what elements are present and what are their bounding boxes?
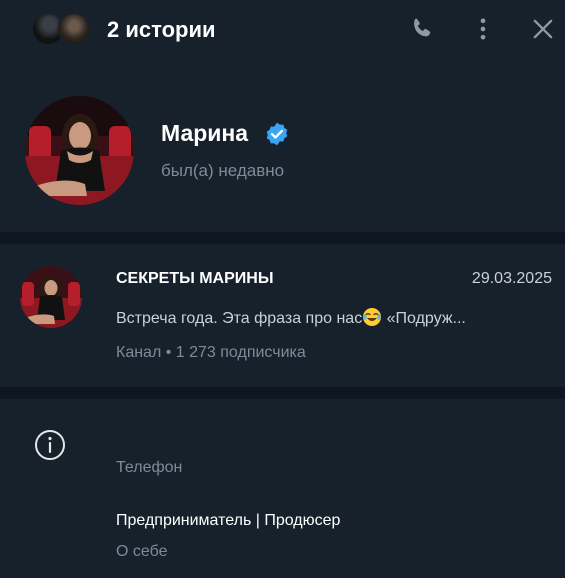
profile-avatar[interactable] bbox=[25, 96, 134, 205]
stories-title[interactable]: 2 истории bbox=[107, 17, 216, 43]
phone-label: Телефон bbox=[116, 459, 183, 476]
channel-subscribers: Канал • 1 273 подписчика bbox=[116, 344, 306, 361]
last-seen-status: был(а) недавно bbox=[161, 161, 285, 180]
bio-text[interactable]: Предприниматель | Продюсер bbox=[116, 512, 340, 530]
channel-post-date: 29.03.2025 bbox=[471, 270, 552, 287]
profile-panel: 2 истории Марина был(а) недавно СЕКРЕТЫ … bbox=[0, 0, 565, 578]
channel-post-preview: Встреча года. Эта фраза про нас «Подруж.… bbox=[116, 307, 552, 328]
profile-name: Марина bbox=[161, 120, 249, 146]
more-vertical-icon[interactable] bbox=[469, 15, 497, 43]
phone-icon[interactable] bbox=[408, 15, 436, 43]
laughing-crying-emoji-icon bbox=[362, 307, 382, 327]
bio-label: О себе bbox=[116, 543, 168, 560]
close-icon[interactable] bbox=[529, 15, 557, 43]
verified-badge-icon bbox=[264, 121, 290, 147]
story-avatar bbox=[58, 13, 90, 45]
info-icon bbox=[34, 429, 66, 461]
preview-text-start: Встреча года. Эта фраза про нас bbox=[116, 310, 363, 327]
section-divider bbox=[0, 387, 565, 399]
preview-text-end: «Подруж... bbox=[382, 310, 466, 327]
channel-title: СЕКРЕТЫ МАРИНЫ bbox=[116, 270, 274, 287]
stories-preview[interactable] bbox=[32, 13, 92, 45]
header-bar: 2 истории bbox=[0, 0, 565, 58]
channel-avatar bbox=[20, 266, 82, 328]
section-divider bbox=[0, 232, 565, 244]
personal-channel-item[interactable]: СЕКРЕТЫ МАРИНЫ 29.03.2025 Встреча года. … bbox=[0, 244, 565, 387]
